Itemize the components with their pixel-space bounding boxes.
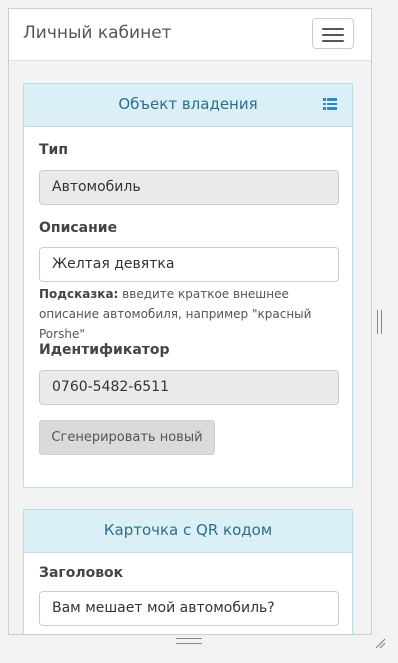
description-hint: Подсказка: введите краткое внешнее описа…	[39, 284, 339, 344]
bottom-resize-handle[interactable]	[176, 638, 202, 644]
heading-label: Заголовок	[39, 565, 124, 581]
heading-input[interactable]: Вам мешает мой автомобиль?	[39, 591, 339, 626]
hamburger-icon	[322, 28, 344, 30]
qr-card-panel-title: Карточка с QR кодом	[103, 521, 273, 539]
type-field: Автомобиль	[39, 170, 339, 205]
navbar-toggle-button[interactable]	[312, 18, 354, 49]
ownership-panel: Объект владения Тип Автомобиль Описание …	[23, 83, 353, 488]
qr-card-panel-header: Карточка с QR кодом	[24, 510, 352, 553]
description-input[interactable]: Желтая девятка	[39, 247, 339, 282]
identifier-label: Идентификатор	[39, 342, 170, 358]
qr-card-panel: Карточка с QR кодом Заголовок Вам мешает…	[23, 509, 353, 634]
ownership-panel-title: Объект владения	[118, 95, 258, 113]
ownership-panel-header: Объект владения	[24, 84, 352, 127]
app-frame: Личный кабинет Объект владения Тип Автом…	[8, 8, 372, 635]
hint-prefix: Подсказка:	[39, 287, 119, 301]
list-icon[interactable]	[323, 98, 337, 110]
navbar-brand[interactable]: Личный кабинет	[23, 23, 172, 43]
navbar: Личный кабинет	[9, 9, 371, 61]
generate-new-button[interactable]: Сгенерировать новый	[39, 420, 215, 455]
resize-corner-icon[interactable]	[374, 637, 386, 649]
description-label: Описание	[39, 220, 118, 236]
type-label: Тип	[39, 142, 69, 158]
side-resize-handle[interactable]	[377, 310, 382, 334]
main-content[interactable]: Объект владения Тип Автомобиль Описание …	[9, 61, 371, 634]
identifier-field: 0760-5482-6511	[39, 370, 339, 405]
